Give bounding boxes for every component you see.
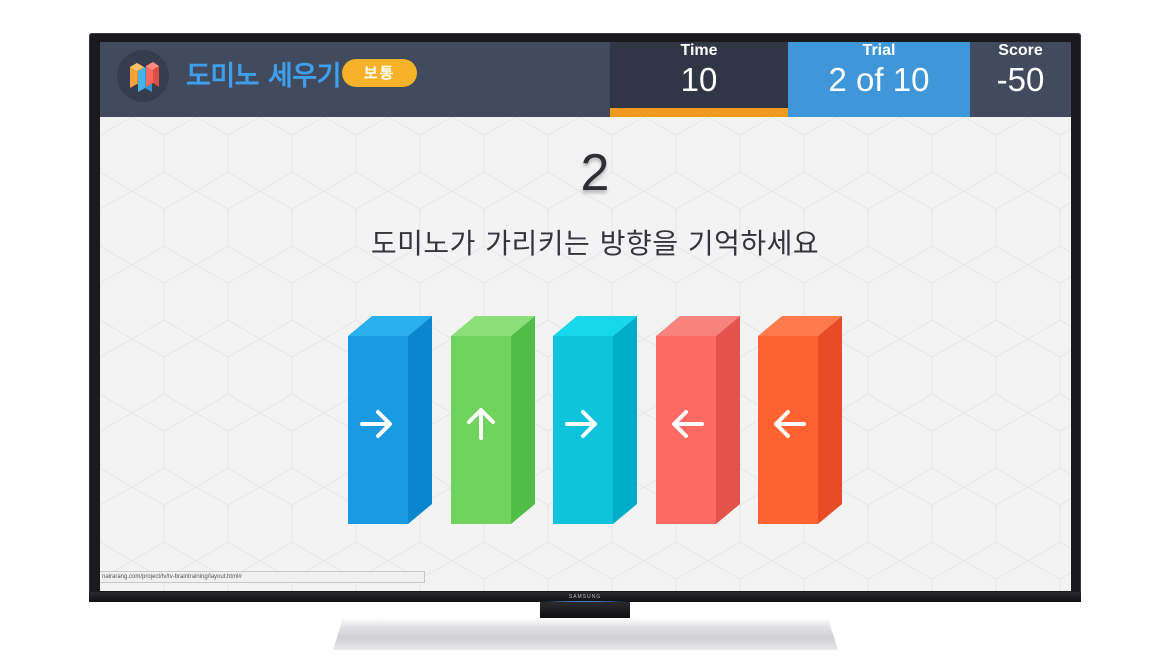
instruction-text: 도미노가 가리키는 방향을 기억하세요	[370, 227, 820, 260]
tv-brand-logo: SAMSUNG	[568, 594, 602, 600]
time-label: Time	[680, 42, 718, 59]
time-value: 10	[680, 61, 718, 98]
trial-value: 2 of 10	[828, 61, 930, 98]
domino-salmon	[655, 316, 740, 524]
score-value: -50	[996, 61, 1045, 98]
domino-cyan	[553, 316, 637, 524]
domino-green	[450, 316, 535, 524]
time-progress-bar	[610, 108, 788, 117]
score-panel: Score -50	[970, 42, 1071, 117]
domino-blocks-icon	[117, 50, 169, 102]
trial-label: Trial	[862, 42, 896, 59]
difficulty-badge: 보통	[342, 59, 417, 87]
tv-stand-neck	[540, 602, 630, 620]
score-label: Score	[998, 42, 1043, 59]
browser-status-url: nairarang.com/project/tv/tv-braintrainin…	[100, 571, 425, 583]
domino-blue	[348, 316, 432, 524]
countdown-number: 2	[580, 144, 610, 202]
game-header: 도미노 세우기 보통 Time 10 Trial 2 of 10 Score -…	[100, 42, 1071, 117]
domino-orange	[758, 316, 842, 524]
time-panel: Time 10	[610, 42, 788, 117]
tv-stand-base	[333, 618, 838, 650]
time-progress-fill	[610, 108, 788, 117]
tv-screen: 도미노 세우기 보통 Time 10 Trial 2 of 10 Score -…	[100, 42, 1071, 591]
trial-panel: Trial 2 of 10	[788, 42, 970, 117]
game-title: 도미노 세우기	[186, 61, 341, 92]
tv-frame: 도미노 세우기 보통 Time 10 Trial 2 of 10 Score -…	[89, 33, 1081, 605]
